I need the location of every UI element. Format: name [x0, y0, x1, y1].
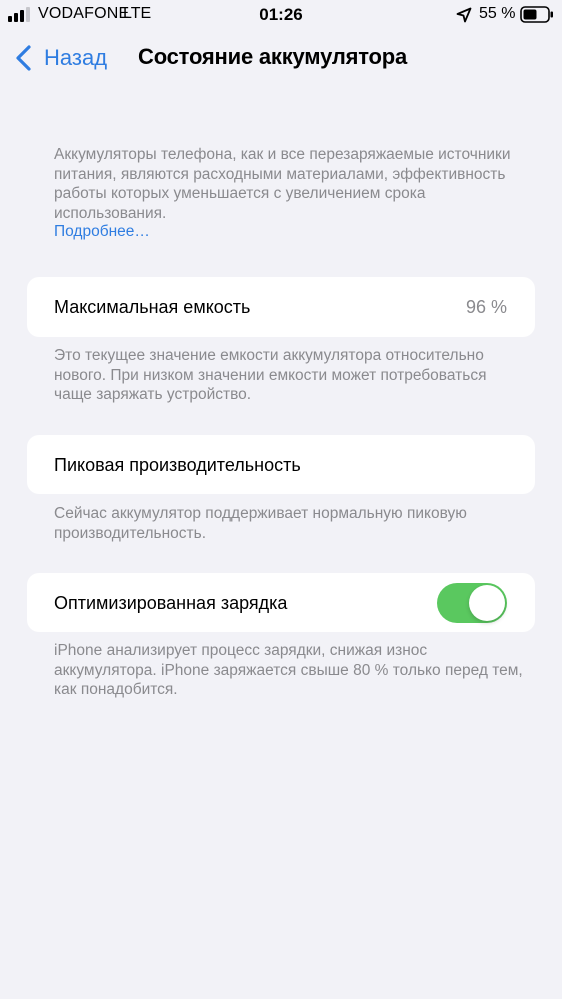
chevron-left-icon: [16, 45, 31, 71]
navigation-bar: Назад Состояние аккумулятора: [0, 36, 562, 80]
max-capacity-label: Максимальная емкость: [54, 297, 251, 317]
back-button[interactable]: Назад: [14, 42, 107, 74]
peak-performance-footer: Сейчас аккумулятор поддерживает нормальн…: [54, 505, 467, 542]
max-capacity-value: 96 %: [465, 297, 507, 317]
learn-more-link[interactable]: Подробнее…: [54, 223, 150, 241]
page-title: Состояние аккумулятора: [138, 44, 408, 69]
battery-percentage: 55 %: [479, 5, 516, 22]
peak-performance-row: Пиковая производительность: [27, 435, 535, 494]
location-icon: [456, 7, 472, 23]
clock: 01:26: [259, 5, 303, 24]
optimized-charging-row: Оптимизированная зарядка: [27, 573, 535, 632]
peak-performance-label: Пиковая производительность: [54, 455, 301, 475]
intro-description: Аккумуляторы телефона, как и все перезар…: [54, 146, 511, 222]
back-button-label: Назад: [44, 45, 108, 70]
optimized-charging-toggle[interactable]: [437, 583, 507, 623]
optimized-charging-label: Оптимизированная зарядка: [54, 593, 288, 613]
optimized-charging-footer: iPhone анализирует процесс зарядки, сниж…: [54, 642, 523, 698]
max-capacity-row: Максимальная емкость 96 %: [27, 277, 535, 337]
max-capacity-footer: Это текущее значение емкости аккумулятор…: [54, 347, 487, 403]
battery-icon: [520, 6, 553, 23]
status-bar: VODAFONE LTE 01:26 55 %: [0, 0, 562, 30]
toggle-knob: [469, 585, 505, 621]
